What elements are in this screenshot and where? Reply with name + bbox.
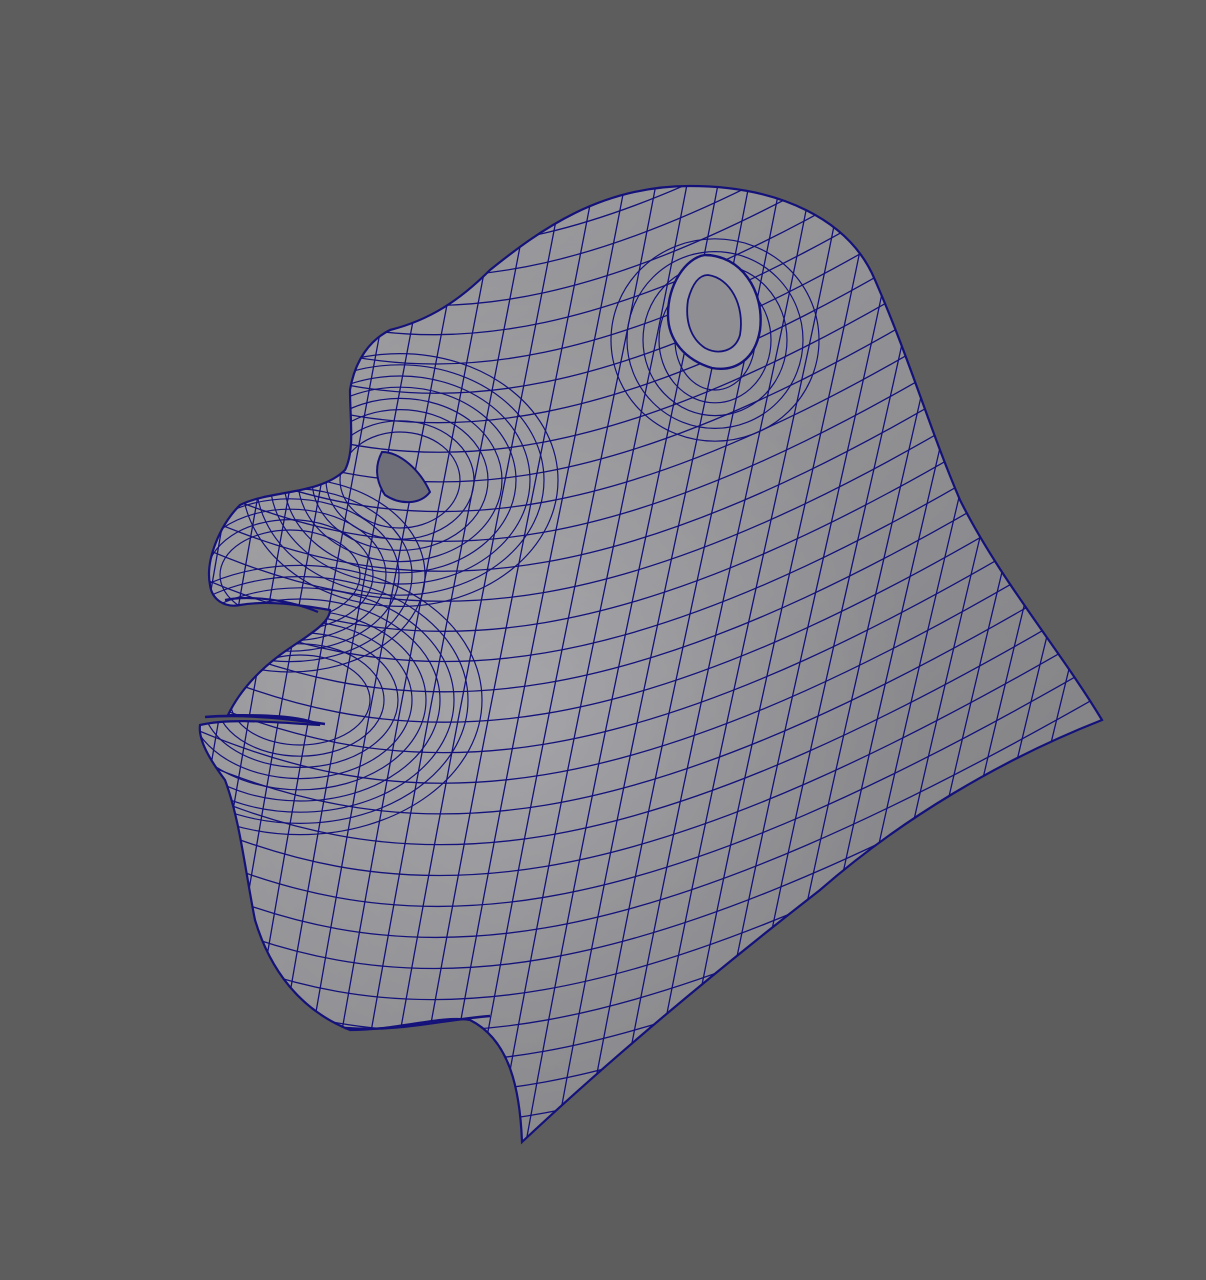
head-model[interactable] bbox=[110, 0, 1190, 1200]
mesh-edge bbox=[199, 186, 1103, 219]
head-ambient-shading bbox=[199, 186, 1103, 1142]
viewport-canvas[interactable] bbox=[0, 0, 1206, 1280]
mesh-edge bbox=[199, 186, 1103, 190]
3d-viewport[interactable] bbox=[0, 0, 1206, 1280]
mesh-edge bbox=[150, 0, 1150, 160]
